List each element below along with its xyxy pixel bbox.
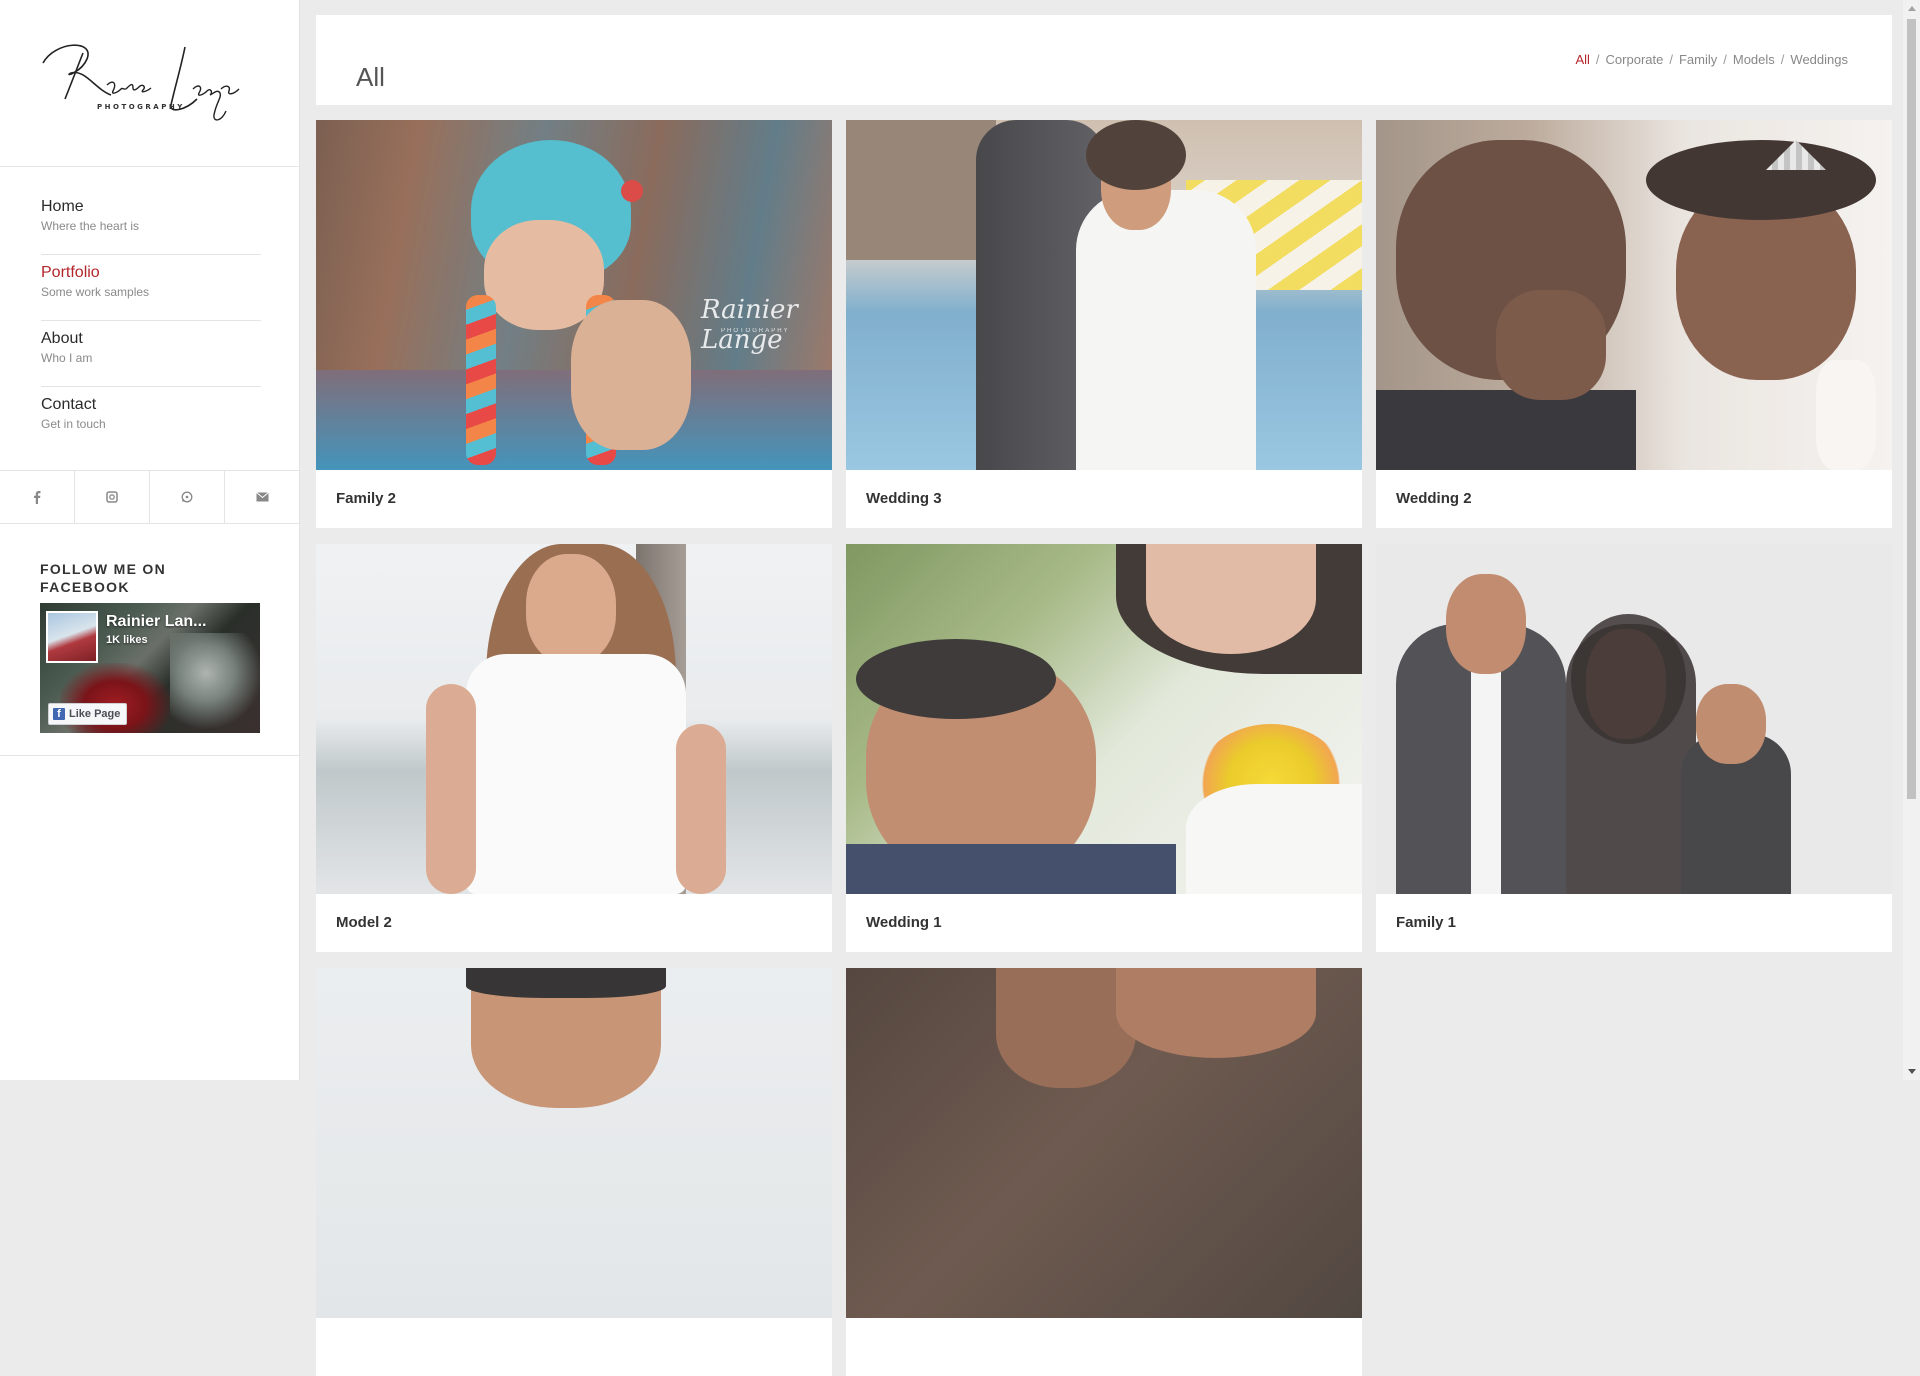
facebook-widget-heading: FOLLOW ME ON FACEBOOK <box>40 561 167 595</box>
portfolio-photo[interactable] <box>1376 544 1892 894</box>
social-links <box>0 470 299 524</box>
chevron-down-icon <box>1907 1069 1916 1074</box>
svg-text:PHOTOGRAPHY: PHOTOGRAPHY <box>97 103 185 111</box>
portfolio-header: All All / Corporate / Family / Models / Weddings <box>316 15 1892 105</box>
menu-item-title: Portfolio <box>41 264 100 281</box>
facebook-icon <box>34 491 41 504</box>
portfolio-caption[interactable] <box>316 1318 832 1376</box>
filter-separator: / <box>1669 52 1673 67</box>
menu-item-subtitle: Where the heart is <box>41 219 140 233</box>
menu-item-about[interactable]: About Who I am <box>41 322 261 387</box>
facebook-like-count: 1K likes <box>106 634 148 646</box>
portfolio-photo[interactable] <box>316 544 832 894</box>
menu-item-subtitle: Some work samples <box>41 285 150 299</box>
menu-item-contact[interactable]: Contact Get in touch <box>41 388 261 453</box>
portfolio-item[interactable] <box>316 968 832 1376</box>
whatsapp-icon <box>181 491 193 503</box>
menu-item-subtitle: Get in touch <box>41 417 106 431</box>
filter-weddings[interactable]: Weddings <box>1790 52 1848 67</box>
watermark: Rainier Lange <box>701 295 798 355</box>
portfolio-caption[interactable]: Family 2 <box>316 470 832 528</box>
portfolio-photo[interactable] <box>846 120 1362 470</box>
portfolio-caption[interactable]: Wedding 3 <box>846 470 1362 528</box>
mail-icon <box>255 492 269 502</box>
menu-item-title: About <box>41 330 83 347</box>
page-scrollbar[interactable] <box>1903 0 1920 1080</box>
portfolio-item[interactable] <box>846 968 1362 1376</box>
portfolio-item-wedding-3[interactable]: Wedding 3 <box>846 120 1362 528</box>
portfolio-item-family-2[interactable]: Rainier Lange PHOTOGRAPHY Family 2 <box>316 120 832 528</box>
portfolio-caption[interactable] <box>846 1318 1362 1376</box>
facebook-widget: FOLLOW ME ON FACEBOOK Rainier Lan... 1K … <box>40 560 260 733</box>
menu-item-portfolio[interactable]: Portfolio Some work samples <box>41 256 261 321</box>
logo-signature: PHOTOGRAPHY <box>41 44 239 121</box>
filter-separator: / <box>1780 52 1785 67</box>
instagram-link[interactable] <box>75 471 150 523</box>
portfolio-filters: All / Corporate / Family / Models / Weddings <box>1575 52 1848 68</box>
menu-item-title: Contact <box>41 396 97 413</box>
scrollbar-thumb[interactable] <box>1907 19 1916 799</box>
portfolio-caption[interactable]: Wedding 2 <box>1376 470 1892 528</box>
whatsapp-link[interactable] <box>150 471 225 523</box>
filter-models[interactable]: Models <box>1733 52 1775 67</box>
facebook-page-plugin[interactable]: Rainier Lan... 1K likes f Like Page <box>40 603 260 733</box>
facebook-page-name[interactable]: Rainier Lan... <box>106 613 206 631</box>
portfolio-item-model-2[interactable]: Model 2 <box>316 544 832 952</box>
scroll-up-arrow[interactable] <box>1903 0 1920 17</box>
portfolio-caption[interactable]: Model 2 <box>316 894 832 952</box>
sidebar: PHOTOGRAPHY Home Where the heart is Port… <box>0 0 300 1080</box>
portfolio-photo[interactable] <box>316 968 832 1318</box>
portfolio-photo[interactable] <box>846 544 1362 894</box>
logo[interactable]: PHOTOGRAPHY <box>0 0 299 167</box>
filter-separator: / <box>1595 52 1600 67</box>
watermark-sub: PHOTOGRAPHY <box>721 328 790 334</box>
portfolio-photo[interactable]: Rainier Lange PHOTOGRAPHY <box>316 120 832 470</box>
portfolio-item-wedding-1[interactable]: Wedding 1 <box>846 544 1362 952</box>
main-menu: Home Where the heart is Portfolio Some w… <box>0 167 299 453</box>
portfolio-caption[interactable]: Wedding 1 <box>846 894 1362 952</box>
menu-item-title: Home <box>41 198 84 215</box>
facebook-like-label: Like Page <box>69 708 121 720</box>
filter-all[interactable]: All <box>1575 52 1589 67</box>
menu-item-home[interactable]: Home Where the heart is <box>41 190 261 255</box>
filter-separator: / <box>1723 52 1727 67</box>
portfolio-photo[interactable] <box>846 968 1362 1318</box>
scroll-down-arrow[interactable] <box>1903 1063 1920 1080</box>
chevron-up-icon <box>1907 6 1916 11</box>
filter-family[interactable]: Family <box>1679 52 1717 67</box>
mail-link[interactable] <box>225 471 299 523</box>
facebook-icon: f <box>53 708 65 720</box>
portfolio-caption[interactable]: Family 1 <box>1376 894 1892 952</box>
instagram-icon <box>106 491 118 503</box>
menu-item-subtitle: Who I am <box>41 351 93 365</box>
facebook-like-button[interactable]: f Like Page <box>48 703 128 725</box>
filter-corporate[interactable]: Corporate <box>1606 52 1664 67</box>
portfolio-item-family-1[interactable]: Family 1 <box>1376 544 1892 952</box>
facebook-link[interactable] <box>0 471 75 523</box>
page-title: All <box>356 62 385 93</box>
portfolio-photo[interactable] <box>1376 120 1892 470</box>
divider <box>0 755 299 756</box>
facebook-page-avatar[interactable] <box>46 611 98 663</box>
portfolio-item-wedding-2[interactable]: Wedding 2 <box>1376 120 1892 528</box>
